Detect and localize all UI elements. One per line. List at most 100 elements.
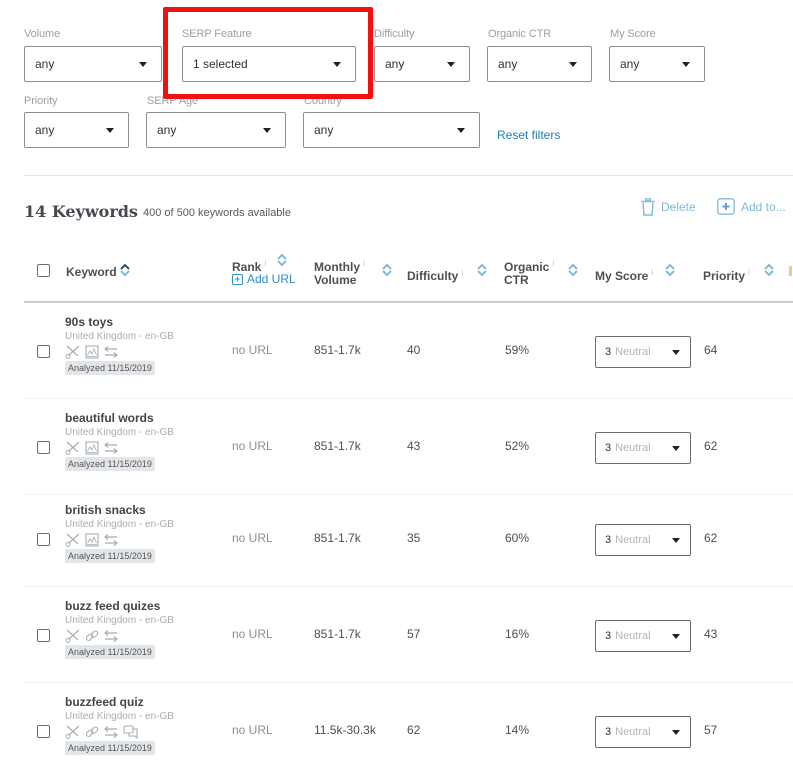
header-label: My Score [595, 269, 649, 283]
score-label: Neutral [615, 346, 651, 358]
score-number: 3 [605, 534, 612, 546]
header-label: CTR [504, 273, 529, 287]
score-number: 3 [605, 442, 612, 454]
reset-filters-link[interactable]: Reset filters [497, 128, 560, 142]
my-score-select[interactable]: any [609, 46, 705, 82]
monthly-volume-cell: 851-1.7k [314, 531, 361, 545]
serp-feature-icons [65, 441, 119, 455]
filter-label: My Score [610, 28, 656, 40]
add-url-label: Add URL [247, 272, 296, 286]
analyzed-date-badge: Analyzed 11/15/2019 [65, 549, 155, 563]
monthly-volume-cell: 851-1.7k [314, 343, 361, 357]
keyword-link[interactable]: buzz feed quizes [65, 599, 160, 613]
organic-ctr-cell: 16% [505, 627, 530, 641]
sort-icon[interactable] [763, 263, 775, 277]
keyword-link[interactable]: 90s toys [65, 315, 113, 329]
rank-cell: no URL [232, 439, 273, 453]
filter-label: Organic CTR [488, 28, 552, 40]
serp-feature-icons [65, 345, 119, 359]
score-label: Neutral [615, 630, 651, 642]
row-checkbox[interactable] [37, 441, 50, 454]
score-number: 3 [605, 630, 612, 642]
info-icon[interactable]: i [363, 259, 365, 268]
select-all-checkbox[interactable] [37, 264, 50, 277]
keyword-location: United Kingdom - en-GB [65, 519, 174, 530]
truncated-column-indicator [789, 266, 792, 276]
column-header-priority[interactable]: Priority i [703, 266, 750, 283]
filter-label: SERP Age [147, 95, 198, 107]
column-header-organic-ctr[interactable]: Organic i CTR [504, 257, 554, 287]
serp-feature-select[interactable]: 1 selected [182, 46, 356, 82]
scissors-icon [65, 441, 81, 455]
column-header-monthly-volume[interactable]: Monthly i Volume [314, 257, 365, 287]
rank-cell: no URL [232, 627, 273, 641]
priority-select[interactable]: any [24, 112, 129, 148]
row-checkbox[interactable] [37, 725, 50, 738]
transfer-icon [103, 533, 119, 547]
score-label: Neutral [615, 726, 651, 738]
analyzed-date-badge: Analyzed 11/15/2019 [65, 741, 155, 755]
my-score-dropdown[interactable]: 3 Neutral [595, 716, 691, 748]
difficulty-cell: 35 [407, 531, 421, 545]
my-score-dropdown[interactable]: 3 Neutral [595, 524, 691, 556]
transfer-icon [103, 345, 119, 359]
info-icon[interactable]: i [264, 259, 266, 268]
keyword-link[interactable]: british snacks [65, 503, 146, 517]
header-label: Organic [504, 260, 550, 274]
chat-icon [123, 725, 139, 739]
image-icon [85, 441, 99, 455]
caret-down-icon [333, 61, 341, 67]
priority-cell: 43 [704, 627, 718, 641]
row-checkbox[interactable] [37, 345, 50, 358]
rank-cell: no URL [232, 531, 273, 545]
row-checkbox[interactable] [37, 629, 50, 642]
serp-feature-icons [65, 629, 119, 643]
my-score-dropdown[interactable]: 3 Neutral [595, 432, 691, 464]
my-score-dropdown[interactable]: 3 Neutral [595, 336, 691, 368]
country-select[interactable]: any [303, 112, 480, 148]
sort-icon[interactable] [567, 263, 579, 277]
table-row: buzz feed quizes United Kingdom - en-GB An… [24, 587, 793, 683]
info-icon[interactable]: i [651, 268, 653, 277]
sort-icon-active[interactable] [119, 263, 131, 277]
organic-ctr-select[interactable]: any [487, 46, 592, 82]
serp-age-select[interactable]: any [146, 112, 286, 148]
priority-cell: 62 [704, 531, 718, 545]
column-header-my-score[interactable]: My Score i [595, 266, 653, 283]
select-value: any [314, 123, 334, 137]
serp-feature-icons [65, 725, 139, 739]
caret-down-icon [569, 61, 577, 67]
keyword-link[interactable]: buzzfeed quiz [65, 695, 144, 709]
info-icon[interactable]: i [552, 259, 554, 268]
sort-icon[interactable] [664, 263, 676, 277]
score-label: Neutral [615, 534, 651, 546]
header-label: Monthly [314, 260, 360, 274]
rank-cell: no URL [232, 343, 273, 357]
delete-button[interactable]: Delete [641, 198, 696, 216]
scissors-icon [65, 345, 81, 359]
caret-down-icon [457, 127, 465, 133]
sort-icon[interactable] [476, 263, 488, 277]
my-score-dropdown[interactable]: 3 Neutral [595, 620, 691, 652]
info-icon[interactable]: i [748, 268, 750, 277]
volume-select[interactable]: any [24, 46, 162, 82]
filter-label: SERP Feature [182, 28, 252, 40]
score-number: 3 [605, 346, 612, 358]
keyword-link[interactable]: beautiful words [65, 411, 154, 425]
row-checkbox[interactable] [37, 533, 50, 546]
info-icon[interactable]: i [461, 268, 463, 277]
difficulty-select[interactable]: any [374, 46, 470, 82]
column-header-keyword[interactable]: Keyword [66, 266, 117, 279]
analyzed-date-badge: Analyzed 11/15/2019 [65, 361, 155, 375]
keyword-location: United Kingdom - en-GB [65, 427, 174, 438]
select-value: any [385, 57, 405, 71]
sort-icon[interactable] [276, 253, 288, 267]
plus-icon: + [232, 273, 243, 285]
caret-down-icon [672, 729, 680, 735]
add-to-button[interactable]: Add to... [717, 198, 786, 215]
add-url-button[interactable]: + Add URL [232, 272, 296, 286]
column-header-difficulty[interactable]: Difficulty i [407, 266, 463, 283]
priority-cell: 64 [704, 343, 718, 357]
add-to-label: Add to... [741, 199, 786, 214]
sort-icon[interactable] [381, 263, 393, 277]
